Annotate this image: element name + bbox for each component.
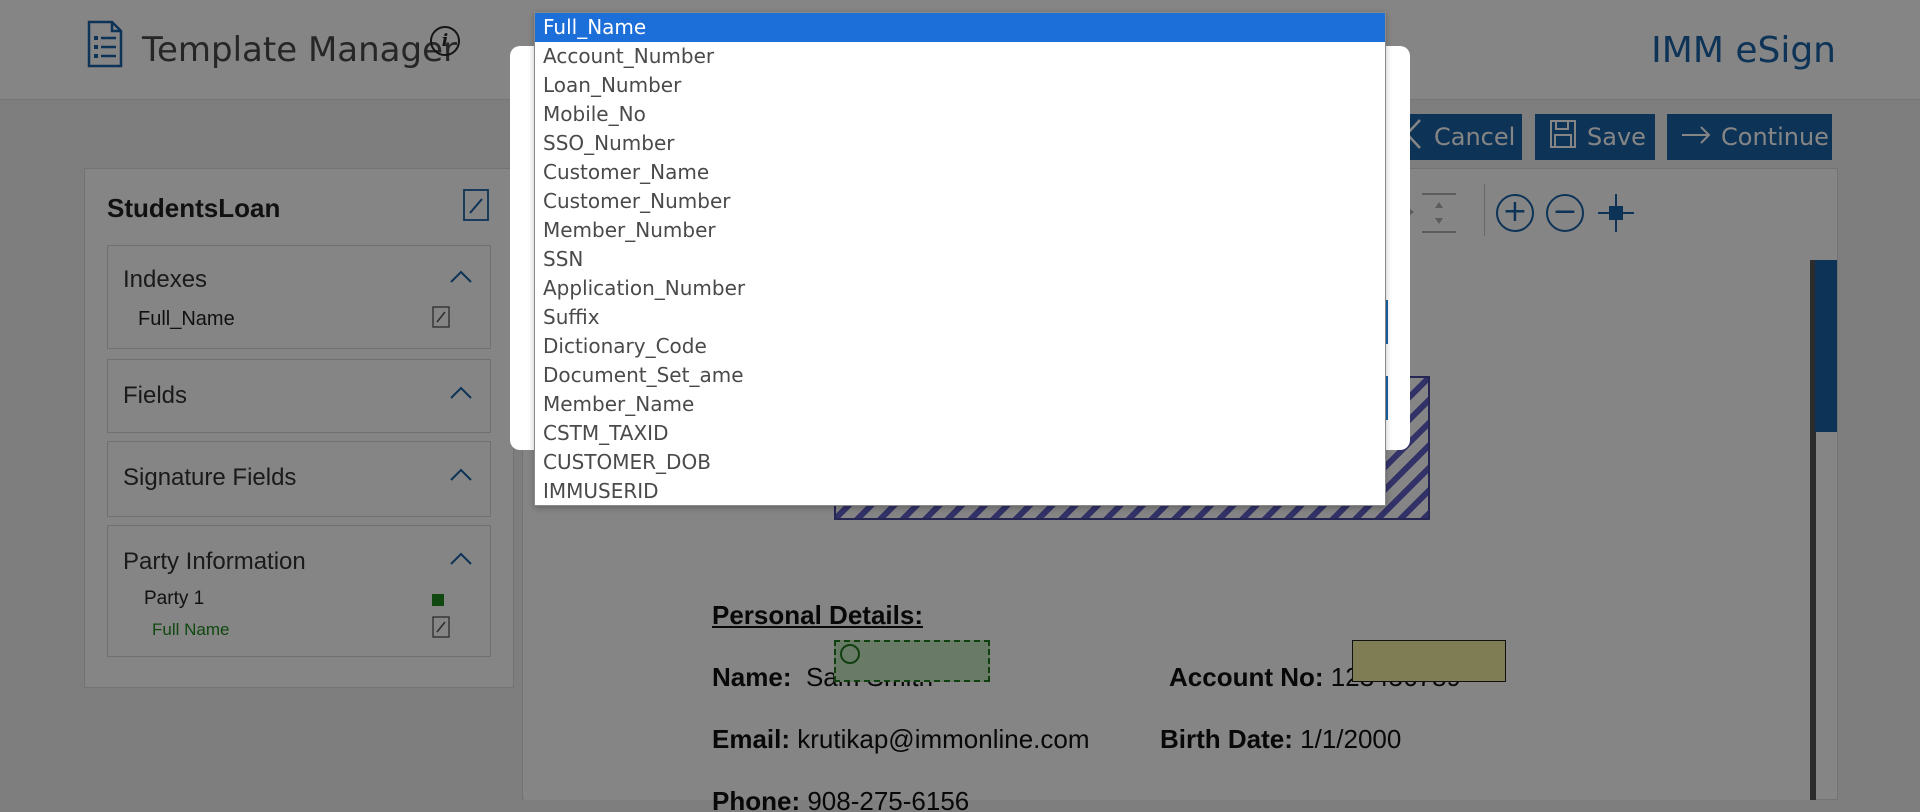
dropdown-option[interactable]: Suffix <box>535 303 1385 332</box>
dropdown-option-selected[interactable]: Full_Name <box>535 13 1385 42</box>
dropdown-option[interactable]: Mobile_No <box>535 100 1385 129</box>
dropdown-option[interactable]: SSN <box>535 245 1385 274</box>
dropdown-option[interactable]: Customer_Number <box>535 187 1385 216</box>
dropdown-option[interactable]: Customer_Name <box>535 158 1385 187</box>
dropdown-option[interactable]: Account_Number <box>535 42 1385 71</box>
dropdown-option[interactable]: CUSTOMER_DOB <box>535 448 1385 477</box>
dropdown-option[interactable]: Loan_Number <box>535 71 1385 100</box>
dropdown-option[interactable]: IMMUSERID <box>535 477 1385 506</box>
dropdown-option[interactable]: Member_Number <box>535 216 1385 245</box>
dropdown-option[interactable]: Application_Number <box>535 274 1385 303</box>
index-field-dropdown-list[interactable]: Full_Name Account_Number Loan_Number Mob… <box>534 12 1386 506</box>
dropdown-option[interactable]: Member_Name <box>535 390 1385 419</box>
dropdown-option[interactable]: SSO_Number <box>535 129 1385 158</box>
dropdown-option[interactable]: Dictionary_Code <box>535 332 1385 361</box>
dropdown-option[interactable]: Document_Set_ame <box>535 361 1385 390</box>
dropdown-option[interactable]: CSTM_TAXID <box>535 419 1385 448</box>
